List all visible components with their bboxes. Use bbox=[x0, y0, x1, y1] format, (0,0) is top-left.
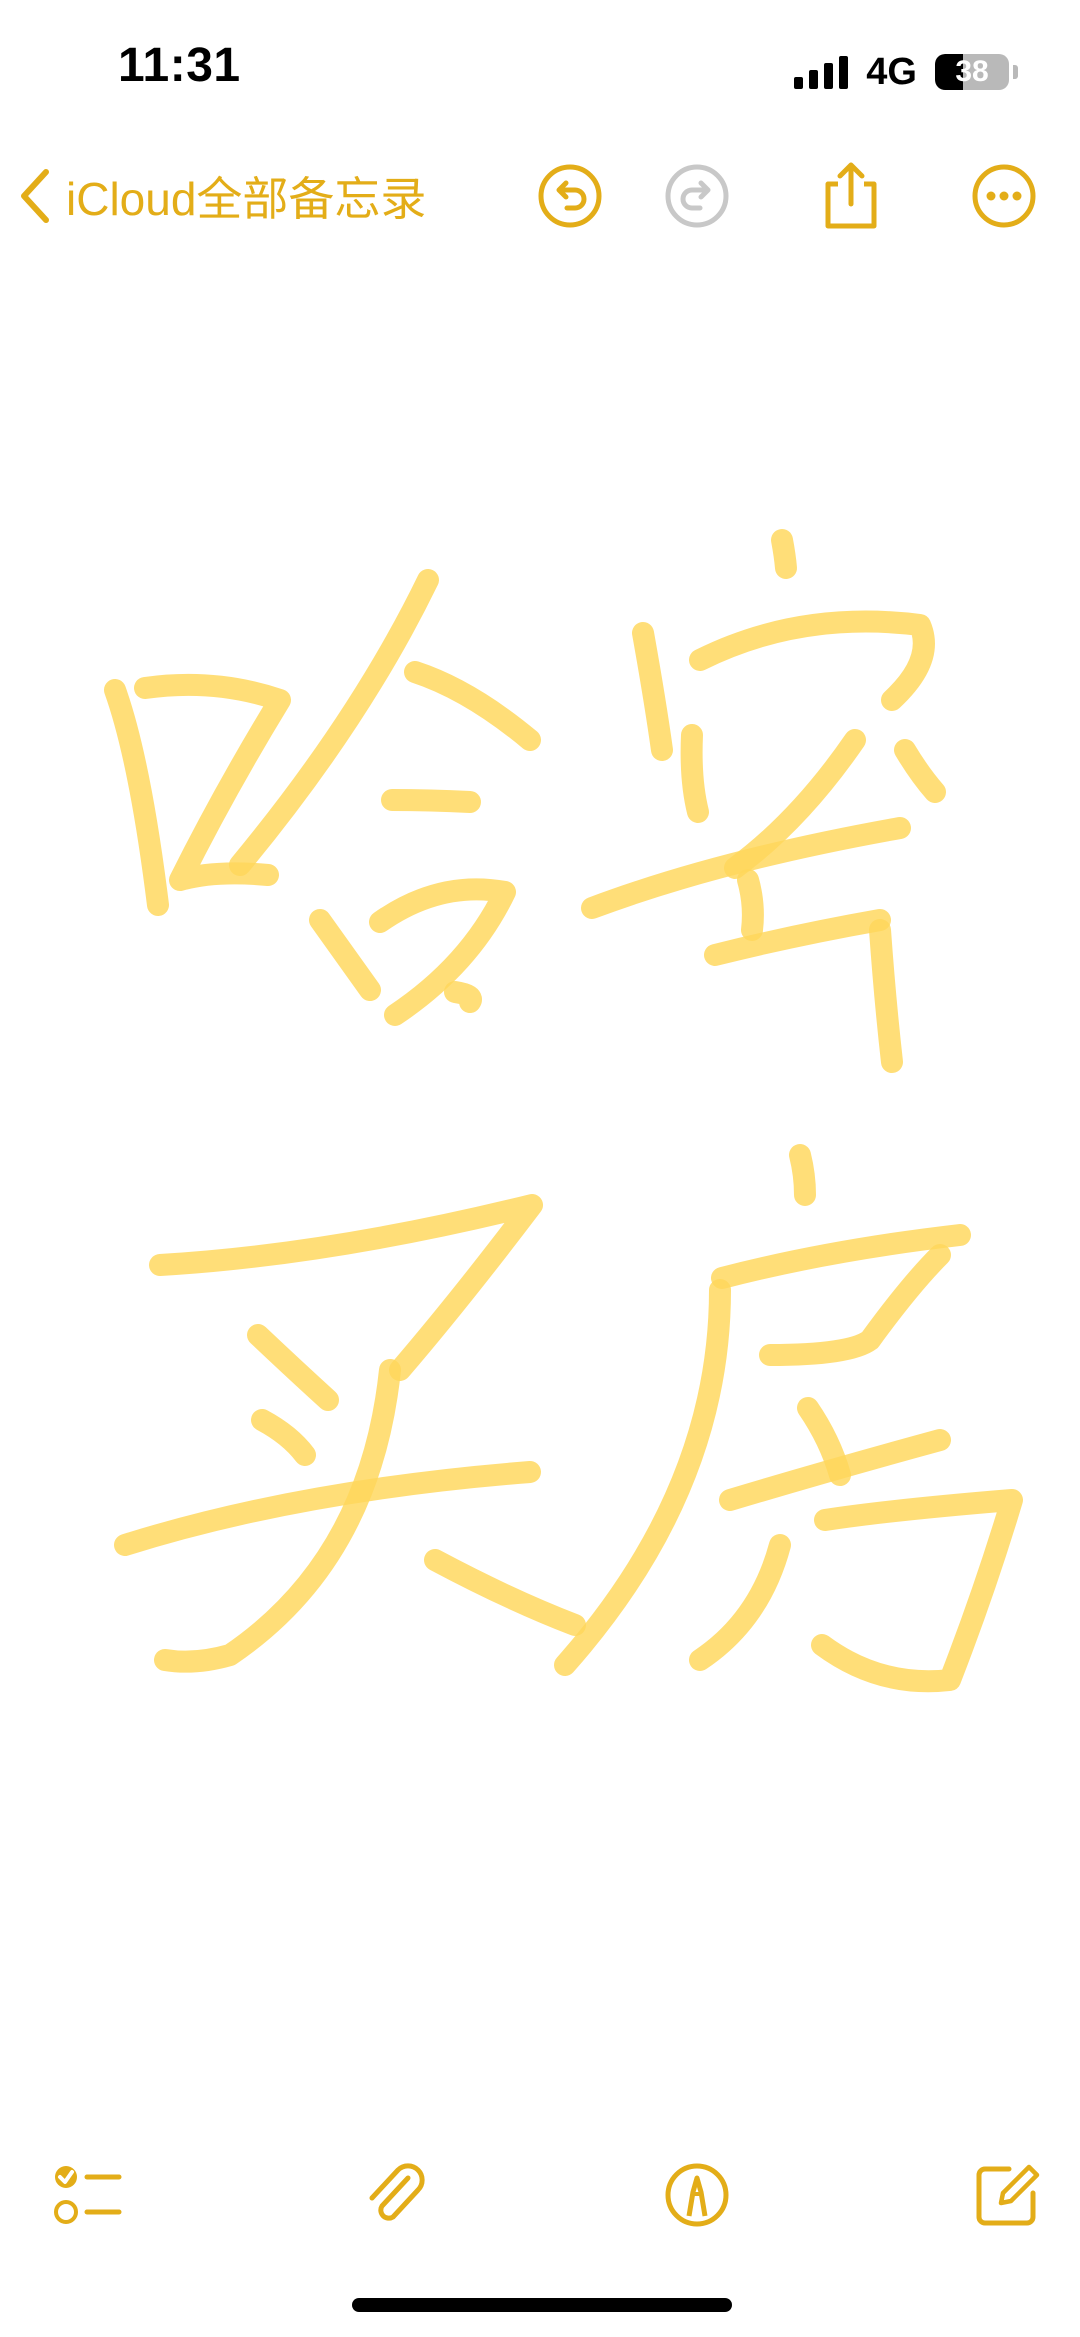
redo-button[interactable] bbox=[657, 156, 737, 236]
battery-icon: 38 bbox=[935, 54, 1009, 90]
undo-button[interactable] bbox=[530, 156, 610, 236]
cellular-signal-icon bbox=[794, 55, 849, 89]
compose-icon bbox=[976, 2164, 1040, 2226]
checklist-icon bbox=[54, 2166, 122, 2224]
attachment-button[interactable] bbox=[350, 2150, 440, 2240]
status-bar: 11:31 4G 38 bbox=[0, 0, 1080, 140]
nav-bar: iCloud全部备忘录 bbox=[0, 150, 1080, 240]
back-button[interactable]: iCloud全部备忘录 bbox=[18, 156, 426, 236]
markup-button[interactable] bbox=[652, 2150, 742, 2240]
handwriting-drawing bbox=[104, 529, 1023, 1693]
battery-tip bbox=[1013, 65, 1018, 79]
share-icon bbox=[825, 162, 877, 229]
paperclip-icon bbox=[369, 2163, 425, 2221]
more-icon bbox=[972, 164, 1036, 228]
compose-button[interactable] bbox=[962, 2150, 1052, 2240]
chevron-left-icon bbox=[21, 169, 49, 223]
battery-percent: 38 bbox=[955, 55, 989, 88]
checklist-button[interactable] bbox=[42, 2150, 132, 2240]
status-indicators: 4G 38 bbox=[794, 48, 1018, 96]
back-label: iCloud全部备忘录 bbox=[66, 173, 427, 225]
home-indicator bbox=[352, 2298, 732, 2312]
bottom-toolbar bbox=[0, 2150, 1080, 2250]
network-type: 4G bbox=[866, 50, 917, 93]
drawing-canvas[interactable] bbox=[0, 240, 1080, 2140]
share-button[interactable] bbox=[811, 156, 891, 236]
more-button[interactable] bbox=[964, 156, 1044, 236]
markup-pen-icon bbox=[665, 2163, 729, 2227]
redo-icon bbox=[665, 164, 729, 228]
status-time: 11:31 bbox=[118, 39, 241, 92]
undo-icon bbox=[538, 164, 602, 228]
